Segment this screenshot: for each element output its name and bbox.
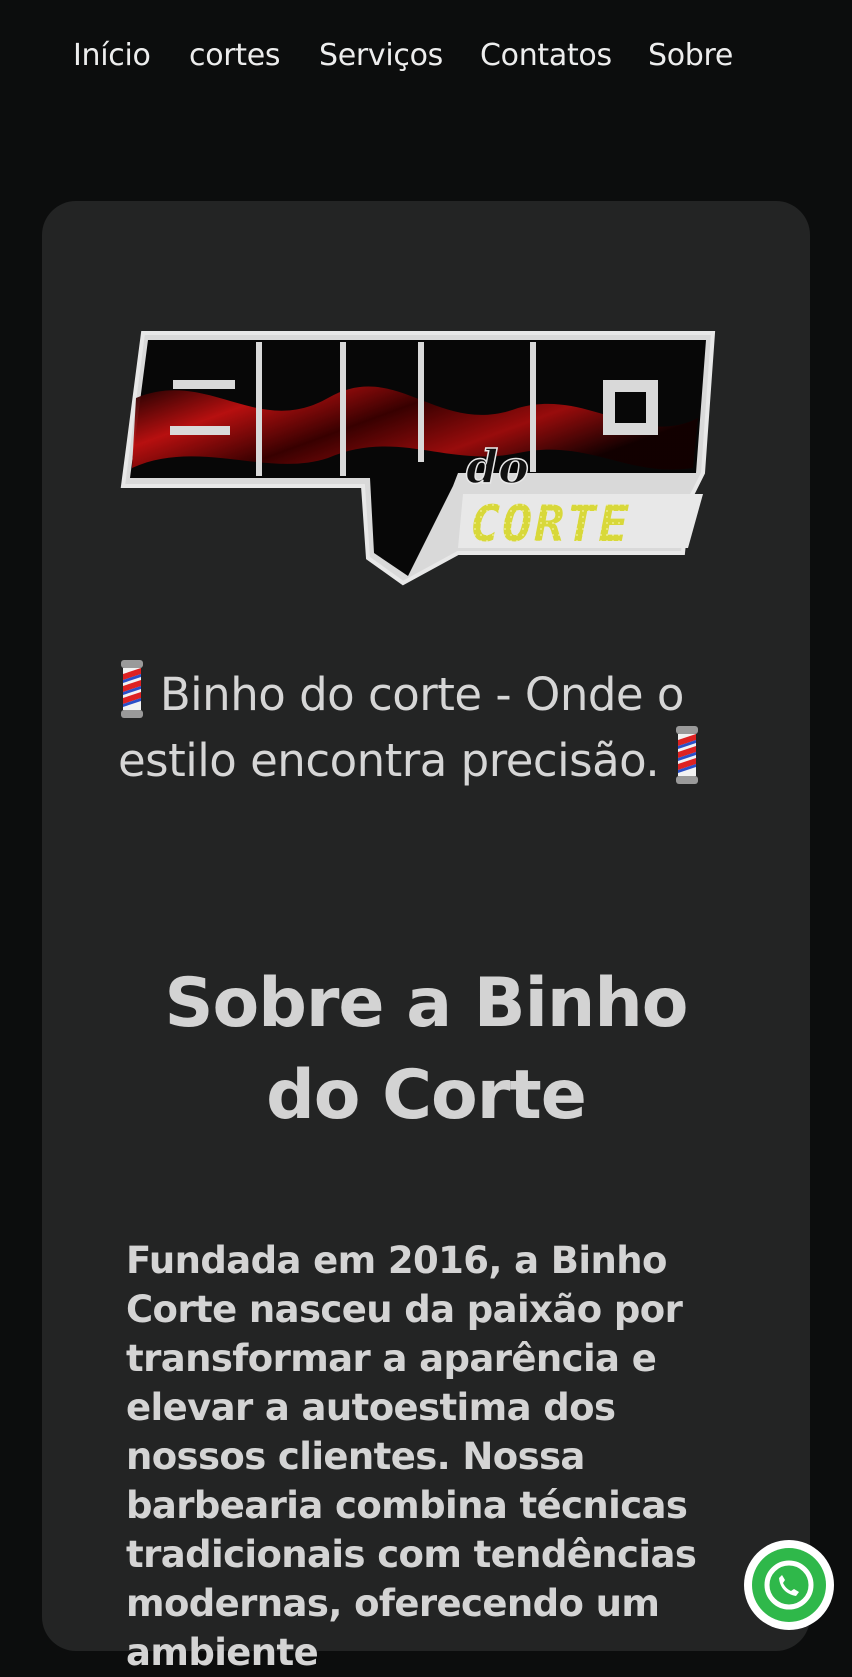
- nav-item-sobre[interactable]: Sobre: [648, 38, 733, 73]
- about-body: Fundada em 2016, a Binho Corte nasceu da…: [126, 1239, 697, 1674]
- whatsapp-icon: [752, 1548, 826, 1622]
- nav-item-servicos[interactable]: Serviços: [319, 38, 443, 73]
- barber-pole-icon: [676, 726, 699, 784]
- tagline-text: Binho do corte - Onde o estilo encontra …: [118, 668, 684, 787]
- top-navigation: Início cortes Serviços Contatos Sobre: [0, 0, 852, 120]
- barber-pole-icon: [121, 660, 143, 718]
- nav-item-cortes[interactable]: cortes: [189, 38, 281, 73]
- binho-do-corte-logo: do CORTE: [120, 331, 716, 586]
- about-title: Sobre a Binho do Corte: [164, 964, 689, 1135]
- logo-corte-text: CORTE: [470, 495, 631, 553]
- nav-item-contatos[interactable]: Contatos: [480, 38, 612, 73]
- tagline: Binho do corte - Onde o estilo encontra …: [118, 660, 738, 792]
- logo-do-text: do: [466, 440, 529, 494]
- nav-item-inicio[interactable]: Início: [73, 38, 151, 73]
- whatsapp-button[interactable]: [744, 1540, 834, 1630]
